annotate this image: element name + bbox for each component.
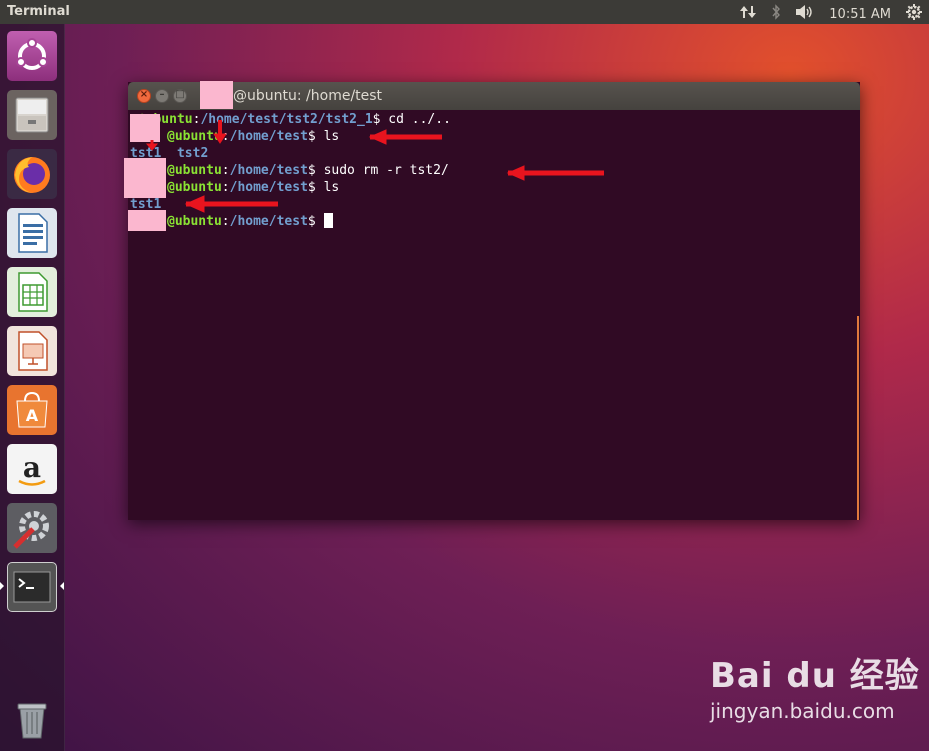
firefox-icon[interactable]: [7, 149, 57, 199]
maximize-icon: □: [175, 89, 185, 100]
launcher-focused-indicator: [60, 582, 64, 590]
svg-text:a: a: [23, 451, 41, 484]
close-icon: ×: [139, 89, 149, 100]
watermark-url: jingyan.baidu.com: [710, 699, 895, 723]
annotation-arrow: [368, 129, 442, 145]
launcher: A a: [0, 24, 65, 751]
trash-icon[interactable]: [7, 694, 57, 744]
annotation-arrow: [213, 120, 227, 144]
settings-gear-icon[interactable]: [905, 3, 923, 25]
baidu-watermark: Bai du 经验 jingyan.baidu.com: [710, 648, 920, 723]
system-settings-icon[interactable]: [7, 503, 57, 553]
network-updown-icon[interactable]: [739, 4, 757, 24]
amazon-icon[interactable]: a: [7, 444, 57, 494]
window-titlebar[interactable]: × – □ @ubuntu: /home/test: [128, 81, 860, 110]
minimize-button[interactable]: –: [155, 89, 169, 103]
volume-icon[interactable]: [795, 4, 815, 24]
app-title: Terminal: [7, 4, 70, 19]
top-panel: Terminal 10:51 AM: [0, 0, 929, 24]
libreoffice-impress-icon[interactable]: [7, 326, 57, 376]
minimize-icon: –: [159, 89, 165, 100]
window-title: @ubuntu: /home/test: [233, 88, 383, 104]
close-button[interactable]: ×: [137, 89, 151, 103]
libreoffice-calc-icon[interactable]: [7, 267, 57, 317]
svg-text:A: A: [26, 406, 39, 425]
maximize-button[interactable]: □: [173, 89, 187, 103]
libreoffice-writer-icon[interactable]: [7, 208, 57, 258]
ubuntu-software-icon[interactable]: A: [7, 385, 57, 435]
annotation-arrow: [506, 165, 604, 181]
window-resize-edge[interactable]: [857, 316, 859, 520]
terminal-output[interactable]: n@ubuntu:/home/test/tst2/tst2_1$ cd ../.…: [124, 110, 860, 520]
annotation-arrow: [184, 195, 278, 213]
annotation-arrow: [145, 140, 159, 151]
ubuntu-dash-icon[interactable]: [7, 31, 57, 81]
files-icon[interactable]: [7, 90, 57, 140]
redaction-mask: [200, 81, 233, 109]
terminal-window[interactable]: × – □ @ubuntu: /home/test n@ubuntu:/home…: [124, 81, 860, 520]
clock[interactable]: 10:51 AM: [829, 7, 891, 22]
indicator-area: 10:51 AM: [739, 3, 923, 25]
terminal-icon[interactable]: [7, 562, 57, 612]
bluetooth-icon[interactable]: [771, 4, 781, 24]
launcher-running-indicator: [0, 582, 4, 590]
annotation-arrows: [145, 120, 604, 213]
watermark-logo: Bai du 经验: [710, 656, 920, 696]
